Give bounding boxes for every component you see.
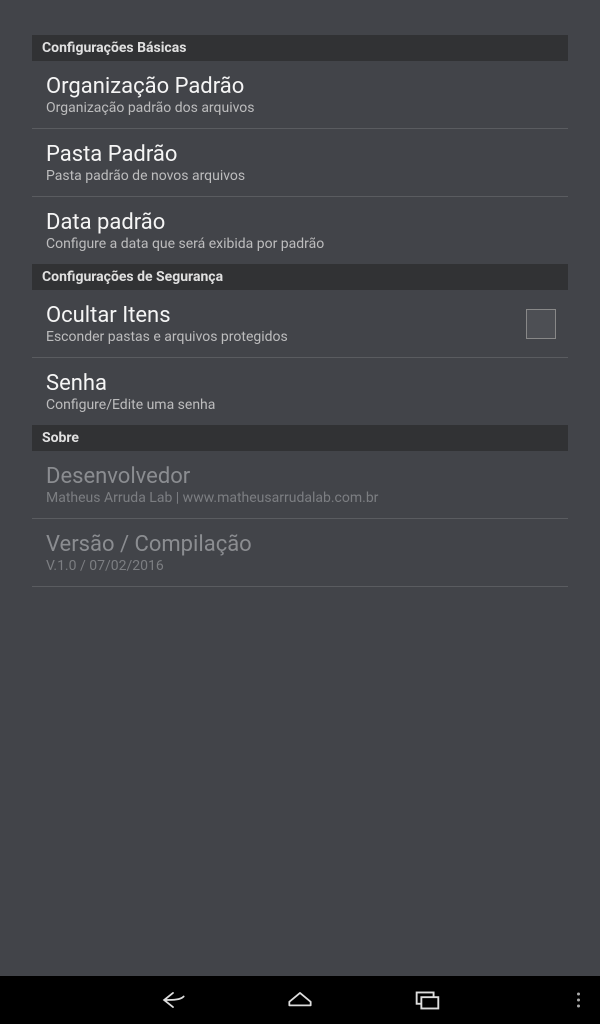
- setting-subtitle: Matheus Arruda Lab | www.matheusarrudala…: [46, 490, 554, 506]
- setting-default-folder[interactable]: Pasta Padrão Pasta padrão de novos arqui…: [32, 129, 568, 197]
- menu-button[interactable]: [577, 993, 580, 1008]
- navigation-bar: [0, 976, 600, 1024]
- setting-title: Versão / Compilação: [46, 532, 554, 557]
- section-header-security: Configurações de Segurança: [32, 264, 568, 290]
- setting-subtitle: Organização padrão dos arquivos: [46, 100, 554, 116]
- setting-subtitle: Configure a data que será exibida por pa…: [46, 236, 554, 252]
- setting-title: Desenvolvedor: [46, 464, 554, 489]
- setting-subtitle: Configure/Edite uma senha: [46, 397, 554, 413]
- setting-hide-items[interactable]: Ocultar Itens Esconder pastas e arquivos…: [32, 290, 568, 358]
- recent-apps-button[interactable]: [411, 984, 443, 1016]
- settings-content: Configurações Básicas Organização Padrão…: [0, 0, 600, 587]
- dot-icon: [577, 993, 580, 996]
- setting-title: Data padrão: [46, 210, 554, 235]
- setting-developer: Desenvolvedor Matheus Arruda Lab | www.m…: [32, 451, 568, 519]
- setting-password[interactable]: Senha Configure/Edite uma senha: [32, 358, 568, 425]
- checkbox-hide-items[interactable]: [526, 309, 556, 339]
- setting-organization[interactable]: Organização Padrão Organização padrão do…: [32, 61, 568, 129]
- setting-subtitle: Pasta padrão de novos arquivos: [46, 168, 554, 184]
- home-button[interactable]: [284, 984, 316, 1016]
- section-header-about: Sobre: [32, 425, 568, 451]
- section-header-basic: Configurações Básicas: [32, 35, 568, 61]
- setting-subtitle: Esconder pastas e arquivos protegidos: [46, 329, 554, 345]
- dot-icon: [577, 1005, 580, 1008]
- setting-default-date[interactable]: Data padrão Configure a data que será ex…: [32, 197, 568, 264]
- setting-version: Versão / Compilação V.1.0 / 07/02/2016: [32, 519, 568, 587]
- back-button[interactable]: [157, 984, 189, 1016]
- setting-title: Senha: [46, 371, 554, 396]
- setting-title: Pasta Padrão: [46, 142, 554, 167]
- setting-title: Organização Padrão: [46, 74, 554, 99]
- setting-title: Ocultar Itens: [46, 303, 554, 328]
- setting-subtitle: V.1.0 / 07/02/2016: [46, 558, 554, 574]
- dot-icon: [577, 999, 580, 1002]
